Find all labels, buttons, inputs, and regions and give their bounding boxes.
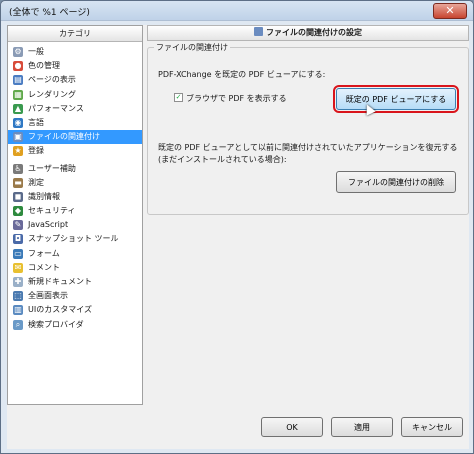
ok-button[interactable]: OK [261,417,323,437]
gear-icon: ⚙ [13,47,23,57]
settings-header: ファイルの関連付けの設定 [147,25,469,41]
category-item-label: 一般 [28,47,44,56]
category-item[interactable]: ◉ 言語 [8,116,142,130]
category-item-label: 識別情報 [28,191,60,201]
browser-pdf-checkbox[interactable]: ✓ [174,93,183,102]
dialog-buttons: OK 適用 キャンセル [7,413,469,449]
category-header: カテゴリ [8,26,142,42]
title-bar[interactable]: (全体で %1 ページ) ✕ [1,1,473,21]
category-item[interactable]: ▦ レンダリング [8,88,142,102]
shield-icon: ◆ [13,206,23,217]
color-palette-icon: ● [13,61,23,72]
browser-pdf-checkbox-label[interactable]: ブラウザで PDF を表示する [186,93,287,104]
page-view-icon: ▤ [13,75,23,86]
file-association-icon: ▣ [13,132,23,143]
category-item[interactable]: ▬ 測定 [8,176,142,190]
category-item-label: コメント [28,262,60,272]
category-item[interactable]: ◘ スナップショット ツール [8,232,142,246]
category-item-label: 言語 [28,117,44,127]
category-item-label: 全画面表示 [28,291,68,301]
new-document-icon: ✚ [13,277,23,287]
category-item-label: 検索プロバイダ [28,319,84,329]
category-item-label: フォーム [28,248,60,258]
category-item-label: 登録 [28,146,44,156]
remove-association-button[interactable]: ファイルの関連付けの削除 [336,171,456,193]
category-item-label: UIのカスタマイズ [28,305,92,315]
javascript-icon: ✎ [13,220,23,231]
category-item-label: スナップショット ツール [28,234,119,244]
category-item[interactable]: ◼ 識別情報 [8,190,142,204]
category-item-label: 新規ドキュメント [28,277,92,286]
camera-icon: ◘ [13,234,23,245]
window-title: (全体で %1 ページ) [9,8,90,18]
category-item[interactable]: ★ 登録 [8,144,142,158]
category-item[interactable]: ⚙ 一般 [8,45,142,59]
search-icon: ⌕ [13,319,23,330]
dialog-body: カテゴリ ⚙ 一般 ● 色の管理 ▤ ページの表示 ▦ レンダリング ▲ パフォーマンス ◉ 言語 ▣ フ… [7,25,469,449]
options-dialog: (全体で %1 ページ) ✕ カテゴリ ⚙ 一般 ● 色の管理 ▤ ページの表示 ▦ レンダリ… [0,0,474,454]
file-association-group: ファイルの関連付け PDF-XChange を既定の PDF ビューアにする: … [147,42,469,215]
rendering-icon: ▦ [13,89,23,100]
accessibility-icon: ♿ [13,163,23,174]
measure-icon: ▬ [13,177,23,188]
restore-description-line1: 既定の PDF ビューアとして以前に関連付けされていたアプリケーションを復元する [158,143,458,152]
category-item[interactable]: ⬚ 全画面表示 [8,289,142,303]
category-item-label: パフォーマンス [28,103,84,113]
category-item[interactable]: ● 色の管理 [8,59,142,73]
category-item-label: セキュリティ [28,206,76,216]
category-item-label: レンダリング [28,89,76,99]
category-item[interactable]: ✎ JavaScript [8,218,142,232]
performance-icon: ▲ [13,103,23,114]
category-item-label: ファイルの関連付け [28,132,100,142]
settings-header-label: ファイルの関連付けの設定 [266,28,362,37]
default-viewer-label: PDF-XChange を既定の PDF ビューアにする: [158,70,326,79]
category-item-label: 測定 [28,177,44,187]
file-association-icon [254,27,263,36]
customize-ui-icon: ▥ [13,305,23,316]
restore-description-line2: (まだインストールされている場合): [158,155,287,164]
category-item-label: ユーザー補助 [28,163,76,173]
category-item[interactable]: ▤ ページの表示 [8,73,142,87]
category-list: ⚙ 一般 ● 色の管理 ▤ ページの表示 ▦ レンダリング ▲ パフォーマンス ◉ 言語 ▣ ファイルの関… [8,42,142,332]
close-icon[interactable]: ✕ [433,3,467,19]
category-item[interactable]: ✚ 新規ドキュメント [8,275,142,289]
category-item[interactable]: ▣ ファイルの関連付け [8,130,142,145]
category-item[interactable]: ♿ ユーザー補助 [8,162,142,176]
make-default-viewer-button[interactable]: 既定の PDF ビューアにする [333,85,459,113]
category-item[interactable]: ▥ UIのカスタマイズ [8,303,142,317]
form-icon: ▭ [13,248,23,259]
category-item[interactable]: ⌕ 検索プロバイダ [8,318,142,332]
globe-icon: ◉ [13,117,23,128]
category-item[interactable]: ◆ セキュリティ [8,204,142,218]
group-title: ファイルの関連付け [154,42,230,53]
apply-button[interactable]: 適用 [331,417,393,437]
cancel-button[interactable]: キャンセル [401,417,463,437]
category-item[interactable]: ▭ フォーム [8,247,142,261]
category-item[interactable]: ▲ パフォーマンス [8,102,142,116]
category-item-label: 色の管理 [28,61,60,71]
category-item-label: ページの表示 [28,75,76,85]
category-item[interactable]: ✉ コメント [8,261,142,275]
category-panel: カテゴリ ⚙ 一般 ● 色の管理 ▤ ページの表示 ▦ レンダリング ▲ パフォーマンス ◉ 言語 ▣ フ… [7,25,143,405]
identity-icon: ◼ [13,191,23,202]
fullscreen-icon: ⬚ [13,291,23,302]
comment-icon: ✉ [13,262,23,273]
register-icon: ★ [13,146,23,157]
category-item-label: JavaScript [28,220,69,230]
